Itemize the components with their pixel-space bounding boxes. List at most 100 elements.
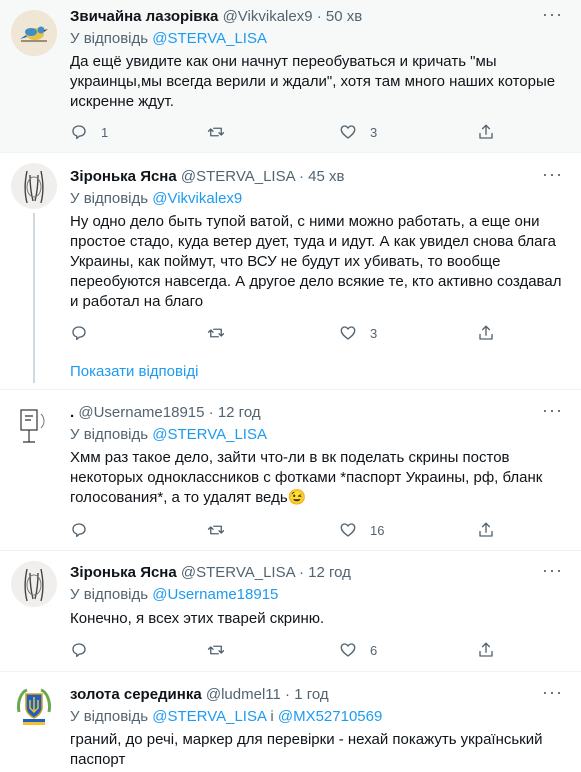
tweet-header: Звичайна лазорівка @Vikvikalex9 · 50 хв	[70, 8, 362, 25]
show-replies-link[interactable]: Показати відповіді	[70, 363, 198, 380]
retweet-icon	[207, 328, 225, 338]
tweet-time[interactable]: 50 хв	[326, 8, 362, 25]
tweet-time[interactable]: 1 год	[294, 686, 328, 703]
reply-join: і	[270, 708, 274, 725]
doodle-avatar-icon	[11, 402, 57, 448]
like-button[interactable]: 6	[339, 640, 377, 660]
reply-mention[interactable]: @STERVA_LISA	[152, 426, 267, 443]
tweet-header: Зіронька Ясна @STERVA_LISA · 12 год	[70, 564, 351, 581]
sketch-avatar-icon	[11, 561, 57, 607]
tweet-actions: 16	[70, 520, 500, 540]
author-name[interactable]: Зіронька Ясна	[70, 564, 177, 581]
reply-prefix: У відповідь	[70, 30, 149, 47]
reply-icon	[72, 523, 86, 538]
reply-mention[interactable]: @Username18915	[152, 586, 278, 603]
reply-button[interactable]: 1	[70, 122, 108, 142]
tweet-text: граний, до речі, маркер для перевірки - …	[70, 731, 543, 768]
author-handle[interactable]: @STERVA_LISA	[181, 168, 295, 185]
tweet-time[interactable]: 12 год	[218, 404, 261, 421]
reply-count: 1	[101, 124, 109, 140]
author-handle[interactable]: @STERVA_LISA	[181, 564, 295, 581]
share-button[interactable]	[477, 122, 495, 142]
tweet-text: Ну одно дело быть тупой ватой, с ними мо…	[70, 213, 562, 310]
more-options-icon[interactable]: ···	[542, 560, 563, 581]
retweet-icon	[207, 645, 225, 655]
author-name[interactable]: .	[70, 404, 74, 421]
heart-icon	[340, 643, 356, 657]
reply-mention-2[interactable]: @MX52710569	[278, 708, 382, 725]
share-icon	[479, 325, 493, 340]
more-options-icon[interactable]: ···	[542, 164, 563, 185]
author-handle[interactable]: @ludmel11	[206, 686, 281, 703]
tweet-actions: 1 3	[70, 122, 500, 142]
separator-dot: ·	[316, 8, 322, 25]
reply-mention[interactable]: @STERVA_LISA	[152, 30, 267, 47]
share-icon	[479, 522, 493, 537]
reply-button[interactable]	[70, 323, 88, 343]
retweet-button[interactable]	[207, 323, 225, 343]
reply-icon	[72, 643, 86, 658]
share-button[interactable]	[477, 323, 495, 343]
avatar[interactable]	[11, 163, 57, 209]
tweet-actions: 6	[70, 640, 500, 660]
sketch-avatar-icon	[11, 163, 57, 209]
tweet-2[interactable]: Зіронька Ясна @STERVA_LISA · 45 хв ··· У…	[0, 153, 581, 389]
tweet-5[interactable]: золота серединка @ludmel11 · 1 год ··· У…	[0, 672, 581, 772]
like-button[interactable]: 3	[339, 122, 377, 142]
like-button[interactable]: 3	[339, 323, 377, 343]
reply-icon	[72, 125, 86, 140]
author-handle[interactable]: @Vikvikalex9	[223, 8, 313, 25]
more-options-icon[interactable]: ···	[542, 682, 563, 703]
retweet-button[interactable]	[207, 640, 225, 660]
reply-mention[interactable]: @STERVA_LISA	[152, 708, 266, 725]
share-button[interactable]	[477, 520, 495, 540]
reply-prefix: У відповідь	[70, 708, 149, 725]
reply-mention[interactable]: @Vikvikalex9	[152, 190, 242, 207]
share-button[interactable]	[477, 640, 495, 660]
separator-dot: ·	[298, 564, 304, 581]
reply-context: У відповідь @STERVA_LISA	[70, 30, 267, 47]
like-count: 6	[370, 642, 378, 658]
retweet-button[interactable]	[207, 520, 225, 540]
tweet-actions: 3	[70, 323, 500, 343]
reply-prefix: У відповідь	[70, 426, 149, 443]
author-name[interactable]: Звичайна лазорівка	[70, 8, 218, 25]
tweet-header: Зіронька Ясна @STERVA_LISA · 45 хв	[70, 168, 344, 185]
tweet-3[interactable]: . @Username18915 · 12 год ··· У відповід…	[0, 390, 581, 550]
author-handle[interactable]: @Username18915	[78, 404, 204, 421]
tweet-4[interactable]: Зіронька Ясна @STERVA_LISA · 12 год ··· …	[0, 551, 581, 671]
reply-context: У відповідь @Vikvikalex9	[70, 190, 242, 207]
reply-button[interactable]	[70, 520, 88, 540]
author-name[interactable]: Зіронька Ясна	[70, 168, 177, 185]
tweet-header: золота серединка @ludmel11 · 1 год	[70, 686, 329, 703]
tweet-text: Конечно, я всех этих тварей скриню.	[70, 610, 325, 627]
reply-button[interactable]	[70, 640, 88, 660]
avatar[interactable]	[11, 561, 57, 607]
more-options-icon[interactable]: ···	[542, 4, 563, 25]
tweet-time[interactable]: 45 хв	[308, 168, 344, 185]
tweet-time[interactable]: 12 год	[308, 564, 351, 581]
retweet-icon	[207, 127, 225, 137]
emblem-avatar-icon	[11, 682, 57, 728]
share-icon	[479, 124, 493, 139]
like-count: 3	[370, 124, 378, 140]
tweet-text: Хмм раз такое дело, зайти что-ли в вк по…	[70, 449, 543, 506]
more-options-icon[interactable]: ···	[542, 400, 563, 421]
avatar[interactable]	[11, 402, 57, 448]
avatar[interactable]	[11, 10, 57, 56]
retweet-button[interactable]	[207, 122, 225, 142]
like-count: 16	[370, 522, 385, 538]
share-icon	[479, 642, 493, 657]
avatar[interactable]	[11, 682, 57, 728]
tweet-header: . @Username18915 · 12 год	[70, 404, 261, 421]
author-name[interactable]: золота серединка	[70, 686, 202, 703]
like-count: 3	[370, 325, 378, 341]
like-button[interactable]: 16	[339, 520, 384, 540]
reply-icon	[72, 326, 86, 341]
heart-icon	[340, 326, 356, 340]
tweet-1[interactable]: Звичайна лазорівка @Vikvikalex9 · 50 хв …	[0, 0, 581, 152]
separator-dot: ·	[285, 686, 291, 703]
separator-dot: ·	[208, 404, 214, 421]
reply-context: У відповідь @STERVA_LISA і @MX52710569	[70, 708, 382, 725]
heart-icon	[340, 523, 356, 537]
